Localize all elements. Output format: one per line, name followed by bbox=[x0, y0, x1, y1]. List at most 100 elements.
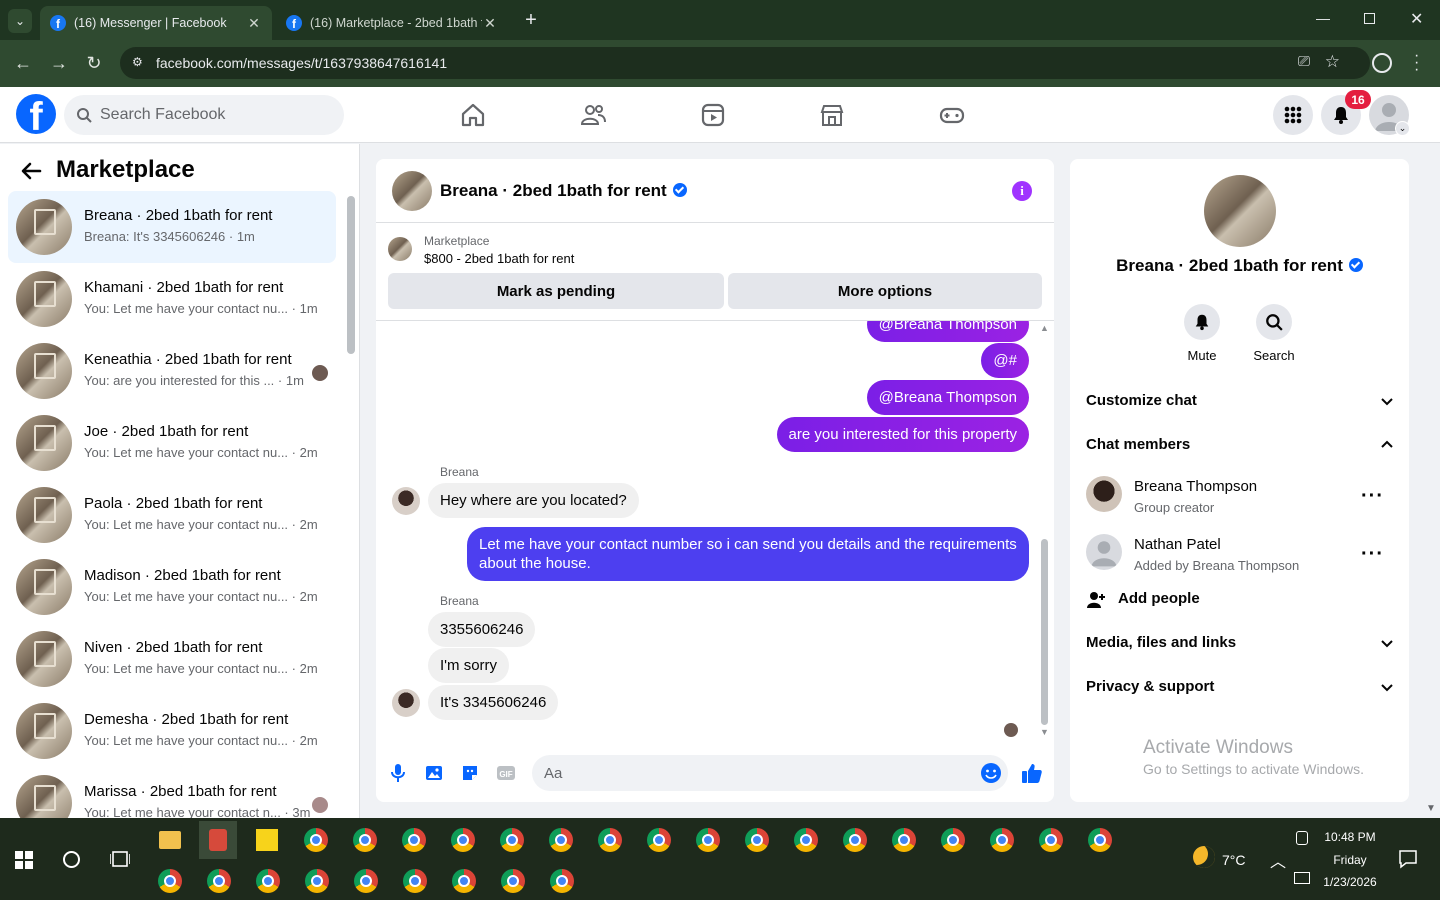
taskbar-chrome[interactable] bbox=[1081, 821, 1119, 859]
page-scroll-down-icon[interactable]: ▼ bbox=[1426, 803, 1436, 814]
taskbar-chrome[interactable] bbox=[249, 862, 287, 900]
message-input[interactable]: Aa bbox=[532, 755, 1008, 791]
taskbar-chrome[interactable] bbox=[494, 862, 532, 900]
member-breana-thompson[interactable]: Breana Thompson Group creator ··· bbox=[1086, 473, 1394, 525]
weather-moon-icon[interactable] bbox=[1193, 846, 1215, 868]
restore-icon[interactable] bbox=[1364, 13, 1375, 24]
close-window-icon[interactable]: ✕ bbox=[1410, 9, 1423, 29]
meet-now-icon[interactable] bbox=[1296, 831, 1308, 845]
site-info-icon[interactable]: ⚙ bbox=[132, 55, 143, 69]
tab-search-icon[interactable]: ⌄ bbox=[8, 9, 32, 33]
customize-chat-row[interactable]: Customize chat bbox=[1086, 392, 1394, 409]
taskbar-chrome[interactable] bbox=[445, 862, 483, 900]
chat-item-khamani[interactable]: Khamani · 2bed 1bath for rent You: Let m… bbox=[8, 263, 336, 335]
taskbar-chrome[interactable] bbox=[689, 821, 727, 859]
forward-icon[interactable]: → bbox=[48, 52, 70, 74]
weather-temperature[interactable]: 7°C bbox=[1222, 852, 1246, 868]
tab-close-icon[interactable]: ✕ bbox=[482, 15, 498, 32]
chat-item-paola[interactable]: Paola · 2bed 1bath for rent You: Let me … bbox=[8, 479, 336, 551]
new-tab-icon[interactable]: + bbox=[520, 8, 542, 32]
taskbar-chrome[interactable] bbox=[1032, 821, 1070, 859]
taskbar-chrome[interactable] bbox=[640, 821, 678, 859]
chat-members-row[interactable]: Chat members bbox=[1086, 436, 1394, 453]
microphone-icon[interactable] bbox=[390, 763, 406, 783]
privacy-support-row[interactable]: Privacy & support bbox=[1086, 678, 1394, 695]
tab-marketplace[interactable]: f (16) Marketplace - 2bed 1bath f ✕ bbox=[276, 6, 508, 40]
tab-messenger[interactable]: f (16) Messenger | Facebook ✕ bbox=[40, 6, 272, 40]
tray-chevron-icon[interactable]: ︿ bbox=[1270, 848, 1286, 872]
clock-date[interactable]: 1/23/2026 bbox=[1316, 875, 1384, 889]
chat-item-joe[interactable]: Joe · 2bed 1bath for rent You: Let me ha… bbox=[8, 407, 336, 479]
taskbar-chrome[interactable] bbox=[493, 821, 531, 859]
windows-start-icon[interactable] bbox=[15, 851, 33, 869]
gaming-icon[interactable] bbox=[938, 101, 966, 129]
cortana-icon[interactable] bbox=[63, 851, 80, 868]
taskbar-chrome[interactable] bbox=[297, 821, 335, 859]
taskbar-chrome[interactable] bbox=[836, 821, 874, 859]
more-dots-icon[interactable]: ··· bbox=[1361, 485, 1384, 508]
info-icon[interactable]: i bbox=[1012, 181, 1032, 201]
clock-day[interactable]: Friday bbox=[1316, 853, 1384, 867]
taskbar-chrome[interactable] bbox=[200, 862, 238, 900]
taskbar-chrome[interactable] bbox=[542, 821, 580, 859]
video-icon[interactable] bbox=[699, 101, 727, 129]
scroll-down-icon[interactable]: ▼ bbox=[1040, 727, 1049, 737]
taskbar-chrome[interactable] bbox=[346, 821, 384, 859]
emoji-icon[interactable] bbox=[980, 762, 1002, 784]
bookmark-star-icon[interactable]: ☆ bbox=[1325, 52, 1340, 72]
search-input[interactable]: Search Facebook bbox=[64, 95, 344, 135]
chat-item-breana[interactable]: Breana · 2bed 1bath for rent Breana: It'… bbox=[8, 191, 336, 263]
mark-as-pending-button[interactable]: Mark as pending bbox=[388, 273, 724, 309]
taskbar-chrome[interactable] bbox=[444, 821, 482, 859]
tab-close-icon[interactable]: ✕ bbox=[246, 15, 262, 32]
taskbar-chrome[interactable] bbox=[151, 862, 189, 900]
taskbar-chrome[interactable] bbox=[934, 821, 972, 859]
menu-kebab-icon[interactable]: · · · bbox=[1414, 48, 1419, 78]
taskbar-chrome[interactable] bbox=[543, 862, 581, 900]
scroll-up-icon[interactable]: ▲ bbox=[1040, 323, 1049, 333]
message-scrollbar[interactable] bbox=[1041, 539, 1048, 725]
taskbar-file-explorer[interactable] bbox=[151, 821, 189, 859]
back-arrow-icon[interactable] bbox=[20, 160, 42, 182]
install-app-icon[interactable]: ⎚ bbox=[1298, 53, 1310, 70]
profile-icon[interactable] bbox=[1372, 53, 1392, 73]
chat-item-marissa[interactable]: Marissa · 2bed 1bath for rent You: Let m… bbox=[8, 767, 336, 818]
taskbar-chrome[interactable] bbox=[298, 862, 336, 900]
conversation-avatar[interactable] bbox=[392, 171, 432, 211]
clock-time[interactable]: 10:48 PM bbox=[1316, 830, 1384, 844]
address-bar[interactable]: ⚙ facebook.com/messages/t/16379386476161… bbox=[120, 47, 1370, 79]
photo-icon[interactable] bbox=[424, 763, 444, 783]
menu-grid-button[interactable] bbox=[1273, 95, 1313, 135]
friends-icon[interactable] bbox=[579, 101, 607, 129]
taskbar-chrome[interactable] bbox=[885, 821, 923, 859]
conversation-title[interactable]: Breana · 2bed 1bath for rent bbox=[440, 181, 687, 201]
facebook-logo-icon[interactable]: f bbox=[16, 94, 56, 134]
taskbar-chrome[interactable] bbox=[591, 821, 629, 859]
taskbar-chrome[interactable] bbox=[395, 821, 433, 859]
network-icon[interactable] bbox=[1294, 872, 1310, 884]
taskbar-app-active[interactable] bbox=[199, 821, 237, 859]
chat-item-niven[interactable]: Niven · 2bed 1bath for rent You: Let me … bbox=[8, 623, 336, 695]
chat-list-scrollbar[interactable] bbox=[347, 196, 355, 354]
back-icon[interactable]: ← bbox=[12, 52, 34, 74]
taskbar-chrome[interactable] bbox=[738, 821, 776, 859]
taskbar-chrome[interactable] bbox=[787, 821, 825, 859]
search-conversation-button[interactable]: Search bbox=[1242, 304, 1306, 363]
gif-icon[interactable]: GIF bbox=[496, 763, 516, 783]
more-dots-icon[interactable]: ··· bbox=[1361, 543, 1384, 566]
mute-button[interactable]: Mute bbox=[1170, 304, 1234, 363]
taskbar-chrome[interactable] bbox=[983, 821, 1021, 859]
media-files-row[interactable]: Media, files and links bbox=[1086, 634, 1394, 651]
chat-item-keneathia[interactable]: Keneathia · 2bed 1bath for rent You: are… bbox=[8, 335, 336, 407]
notification-center-icon[interactable] bbox=[1398, 849, 1418, 869]
taskbar-sticky-notes[interactable] bbox=[248, 821, 286, 859]
home-icon[interactable] bbox=[459, 101, 487, 129]
sticker-icon[interactable] bbox=[460, 763, 480, 783]
member-nathan-patel[interactable]: Nathan Patel Added by Breana Thompson ··… bbox=[1086, 531, 1394, 583]
taskbar-chrome[interactable] bbox=[396, 862, 434, 900]
minimize-icon[interactable]: — bbox=[1316, 10, 1334, 26]
reload-icon[interactable]: ↻ bbox=[83, 52, 105, 74]
task-view-icon[interactable] bbox=[110, 850, 130, 868]
marketplace-icon[interactable] bbox=[818, 101, 846, 129]
chat-item-madison[interactable]: Madison · 2bed 1bath for rent You: Let m… bbox=[8, 551, 336, 623]
